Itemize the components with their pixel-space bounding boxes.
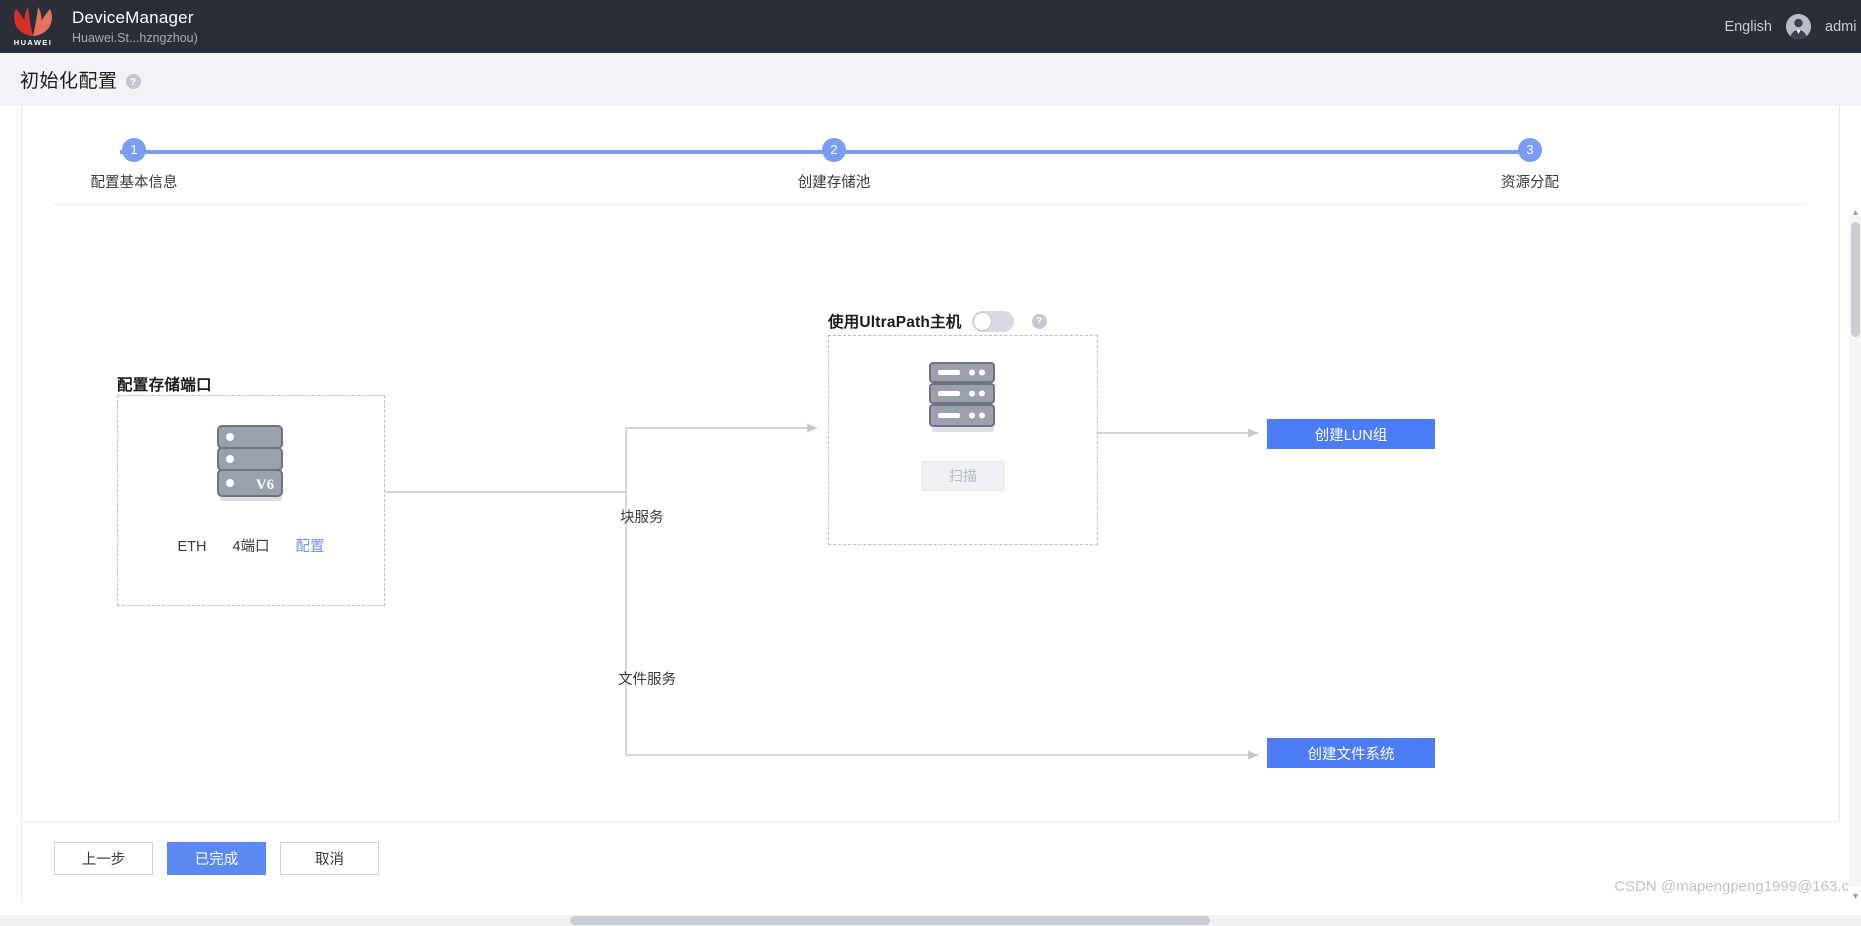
vertical-scrollbar-thumb[interactable] xyxy=(1851,222,1860,337)
wizard-stepper: 1 配置基本信息 2 创建存储池 3 资源分配 xyxy=(54,134,1806,204)
stepper-step-1-label: 配置基本信息 xyxy=(90,175,178,191)
scan-button[interactable]: 扫描 xyxy=(921,461,1005,491)
wizard-footer: 上一步 已完成 取消 xyxy=(22,821,1840,903)
cancel-button[interactable]: 取消 xyxy=(280,842,379,875)
svg-text:V6: V6 xyxy=(256,477,275,493)
stepper-step-2[interactable]: 2 创建存储池 xyxy=(754,134,914,192)
page-title-bar: 初始化配置 ? xyxy=(0,53,1861,106)
storage-port-footer: ETH 4端口 配置 xyxy=(118,535,384,556)
branch-label-block-service: 块服务 xyxy=(620,510,664,526)
previous-button[interactable]: 上一步 xyxy=(54,842,153,875)
ultrapath-host-icon xyxy=(929,362,995,432)
app-title: DeviceManager xyxy=(72,7,194,27)
configure-port-link[interactable]: 配置 xyxy=(296,535,325,556)
stepper-step-1[interactable]: 1 配置基本信息 xyxy=(54,134,214,192)
help-icon[interactable]: ? xyxy=(125,74,141,89)
topology-diagram: 配置存储端口 V6 ETH 4端口 配置 块服务 文件服务 使用UltraPat… xyxy=(22,205,1841,805)
stepper-step-3-label: 资源分配 xyxy=(1501,175,1559,191)
watermark: CSDN @mapengpeng1999@163.c xyxy=(1614,878,1849,895)
header-right-group: English admi xyxy=(1724,0,1861,53)
avatar[interactable] xyxy=(1786,14,1811,39)
page-title: 初始化配置 xyxy=(20,71,118,92)
port-count-label: 4端口 xyxy=(232,539,270,555)
stepper-step-2-number: 2 xyxy=(822,138,846,162)
branch-label-file-service: 文件服务 xyxy=(618,672,676,688)
scroll-down-arrow-icon[interactable]: ▼ xyxy=(1851,892,1860,901)
brand-block: DeviceManager Huawei.St...hzngzhou) xyxy=(72,8,198,46)
huawei-fan-icon xyxy=(14,6,52,36)
huawei-logo: HUAWEI xyxy=(6,0,60,53)
user-name[interactable]: admi xyxy=(1825,19,1861,35)
ultrapath-toggle[interactable] xyxy=(971,310,1014,332)
user-avatar-icon xyxy=(1786,14,1811,39)
huawei-wordmark: HUAWEI xyxy=(13,37,53,47)
ultrapath-title: 使用UltraPath主机 xyxy=(828,314,962,331)
create-file-system-button[interactable]: 创建文件系统 xyxy=(1267,738,1435,768)
stepper-step-3[interactable]: 3 资源分配 xyxy=(1450,134,1610,192)
app-header: HUAWEI DeviceManager Huawei.St...hzngzho… xyxy=(0,0,1861,53)
storage-port-box: V6 ETH 4端口 配置 xyxy=(117,395,385,606)
toggle-knob xyxy=(973,312,991,330)
ultrapath-box: 扫描 xyxy=(828,335,1098,545)
stepper-step-1-number: 1 xyxy=(122,138,146,162)
port-type-label: ETH xyxy=(177,539,207,555)
horizontal-scrollbar-thumb[interactable] xyxy=(570,916,1210,925)
language-selector[interactable]: English xyxy=(1724,19,1772,35)
app-subtitle: Huawei.St...hzngzhou) xyxy=(72,30,198,45)
finish-button[interactable]: 已完成 xyxy=(167,842,266,875)
ultrapath-header: 使用UltraPath主机 ? xyxy=(828,310,1047,332)
footer-button-group: 上一步 已完成 取消 xyxy=(54,842,379,875)
storage-port-title: 配置存储端口 xyxy=(117,377,212,394)
stepper-step-2-label: 创建存储池 xyxy=(797,175,871,191)
create-lun-group-button[interactable]: 创建LUN组 xyxy=(1267,419,1435,449)
scroll-up-arrow-icon[interactable]: ▲ xyxy=(1851,208,1860,217)
main-card: 1 配置基本信息 2 创建存储池 3 资源分配 配置存储端口 V6 ETH 4端… xyxy=(21,106,1840,903)
stepper-step-3-number: 3 xyxy=(1518,138,1542,162)
storage-device-icon: V6 xyxy=(217,425,283,501)
ultrapath-help-icon[interactable]: ? xyxy=(1031,313,1047,329)
